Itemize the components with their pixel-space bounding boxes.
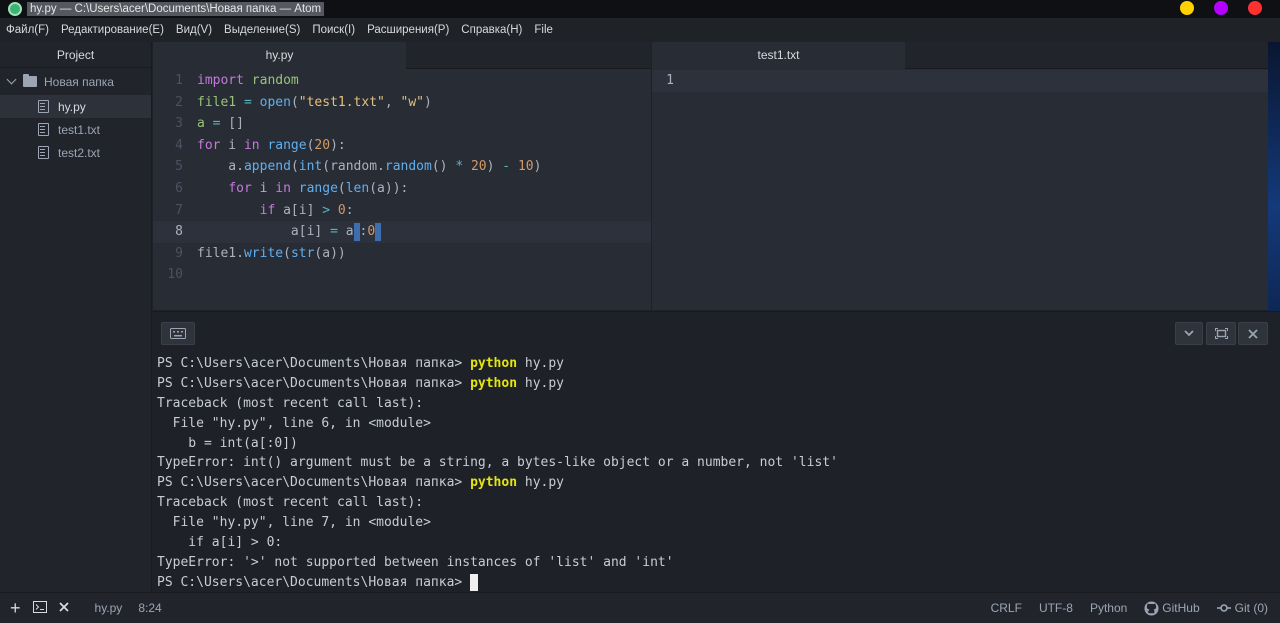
tab-bar: hy.py: [153, 42, 651, 69]
terminal-line: PS C:\Users\acer\Documents\Новая папка> …: [157, 475, 565, 491]
file-text-icon: [38, 123, 49, 136]
terminal-line: PS C:\Users\acer\Documents\Новая папка> …: [157, 375, 565, 391]
cursor-position[interactable]: 8:24: [138, 601, 161, 615]
code-line: 4 for i in range(20):: [175, 137, 346, 153]
terminal-line: Traceback (most recent call last):: [157, 495, 424, 511]
status-bar: + hy.py 8:24 CRLF UTF-8 Python GitHub Gi…: [0, 592, 1280, 623]
tree-file-test1[interactable]: test1.txt: [0, 118, 151, 141]
chevron-down-icon[interactable]: [1175, 322, 1203, 345]
terminal-cursor: [470, 573, 479, 591]
menu-file[interactable]: Файл(F): [6, 24, 49, 36]
terminal-output: PS C:\Users\acer\Documents\Новая папка> …: [157, 354, 838, 593]
terminal-line: Traceback (most recent call last):: [157, 395, 424, 411]
close-icon[interactable]: [1238, 322, 1268, 345]
project-tab[interactable]: Project: [0, 42, 151, 68]
code-line: 1 import random: [175, 73, 299, 88]
menu-find[interactable]: Поиск(I): [312, 24, 355, 36]
title-bar: hy.py — C:\Users\acer\Documents\Новая па…: [0, 0, 1280, 18]
keyboard-icon[interactable]: [161, 322, 195, 345]
menu-view[interactable]: Вид(V): [176, 24, 212, 36]
editor-pane-left: hy.py 1 import random 2 file1 = open("test…: [153, 42, 651, 310]
maximize-panel-icon[interactable]: [1206, 322, 1236, 345]
tab-bar: test1.txt: [652, 42, 1280, 69]
menu-file-extra[interactable]: File: [534, 24, 553, 36]
window-title: hy.py — C:\Users\acer\Documents\Новая па…: [27, 2, 325, 16]
file-label: test1.txt: [58, 122, 101, 137]
grammar[interactable]: Python: [1090, 601, 1127, 615]
code-line: 6 for i in range(len(a)):: [175, 180, 409, 196]
github-icon: [1144, 600, 1159, 616]
chevron-down-icon: [6, 74, 17, 85]
tree-view: Project Новая папка hy.py test1.txt test…: [0, 42, 152, 592]
code-line: 7 if a[i] > 0:: [175, 202, 354, 218]
terminal-line: TypeError: int() argument must be a stri…: [157, 455, 838, 471]
file-text-icon: [38, 146, 49, 159]
add-terminal-icon[interactable]: +: [10, 598, 21, 619]
terminal-line: b = int(a[:0]): [157, 435, 298, 451]
editor-pane-right: test1.txt 1: [652, 42, 1280, 310]
folder-label: Новая папка: [44, 74, 114, 89]
code-line: 10: [167, 267, 183, 283]
code-line: 2 file1 = open("test1.txt", "w"): [175, 94, 432, 110]
atom-icon: [8, 2, 22, 16]
git-button[interactable]: Git (0): [1216, 601, 1268, 615]
encoding[interactable]: UTF-8: [1039, 601, 1073, 615]
terminal-line: PS C:\Users\acer\Documents\Новая папка> …: [157, 356, 565, 371]
code-line-current: 1: [652, 70, 1268, 92]
line-ending[interactable]: CRLF: [991, 601, 1022, 615]
folder-icon: [23, 74, 37, 87]
menu-packages[interactable]: Расширения(P): [367, 24, 449, 36]
tab-hy-py[interactable]: hy.py: [153, 42, 406, 69]
text-cursor: [353, 222, 360, 241]
tree-file-test2[interactable]: test2.txt: [0, 141, 151, 164]
menu-bar: Файл(F) Редактирование(E) Вид(V) Выделен…: [0, 18, 1280, 42]
github-button[interactable]: GitHub: [1144, 600, 1200, 616]
code-line: 5 a.append(int(random.random() * 20) - 1…: [175, 159, 542, 175]
tree-file-hy-py[interactable]: hy.py: [0, 95, 151, 118]
terminal-panel[interactable]: PS C:\Users\acer\Documents\Новая папка> …: [153, 311, 1280, 592]
terminal-icon[interactable]: [32, 600, 47, 616]
git-commit-icon: [1216, 604, 1231, 612]
code-line-current: 8 a[i] = a:0: [153, 221, 651, 243]
file-text-icon: [38, 100, 49, 113]
terminal-line: TypeError: '>' not supported between ins…: [157, 554, 674, 570]
menu-selection[interactable]: Выделение(S): [224, 24, 300, 36]
file-label: test2.txt: [58, 145, 101, 160]
terminal-line: if a[i] > 0:: [157, 535, 283, 551]
minimize-button[interactable]: [1180, 1, 1194, 15]
bracket-match: [375, 222, 382, 241]
terminal-line: File "hy.py", line 7, in <module>: [157, 515, 431, 531]
maximize-button[interactable]: [1214, 1, 1228, 15]
code-line: 3a = []: [175, 116, 244, 132]
tree-folder[interactable]: Новая папка: [0, 68, 151, 95]
tab-test1-txt[interactable]: test1.txt: [652, 42, 905, 69]
close-icon[interactable]: [58, 601, 69, 615]
text-editor[interactable]: 1: [652, 69, 1280, 92]
code-line: 9 file1.write(str(a)): [175, 245, 346, 261]
terminal-prompt-line: PS C:\Users\acer\Documents\Новая папка>: [157, 573, 838, 593]
terminal-line: File "hy.py", line 6, in <module>: [157, 415, 431, 431]
code-editor[interactable]: 1 import random 2 file1 = open("test1.txt"…: [153, 69, 651, 286]
menu-edit[interactable]: Редактирование(E): [61, 24, 164, 36]
menu-help[interactable]: Справка(H): [461, 24, 522, 36]
status-file-name[interactable]: hy.py: [95, 601, 123, 615]
close-button[interactable]: [1248, 1, 1262, 15]
file-label: hy.py: [58, 99, 86, 114]
